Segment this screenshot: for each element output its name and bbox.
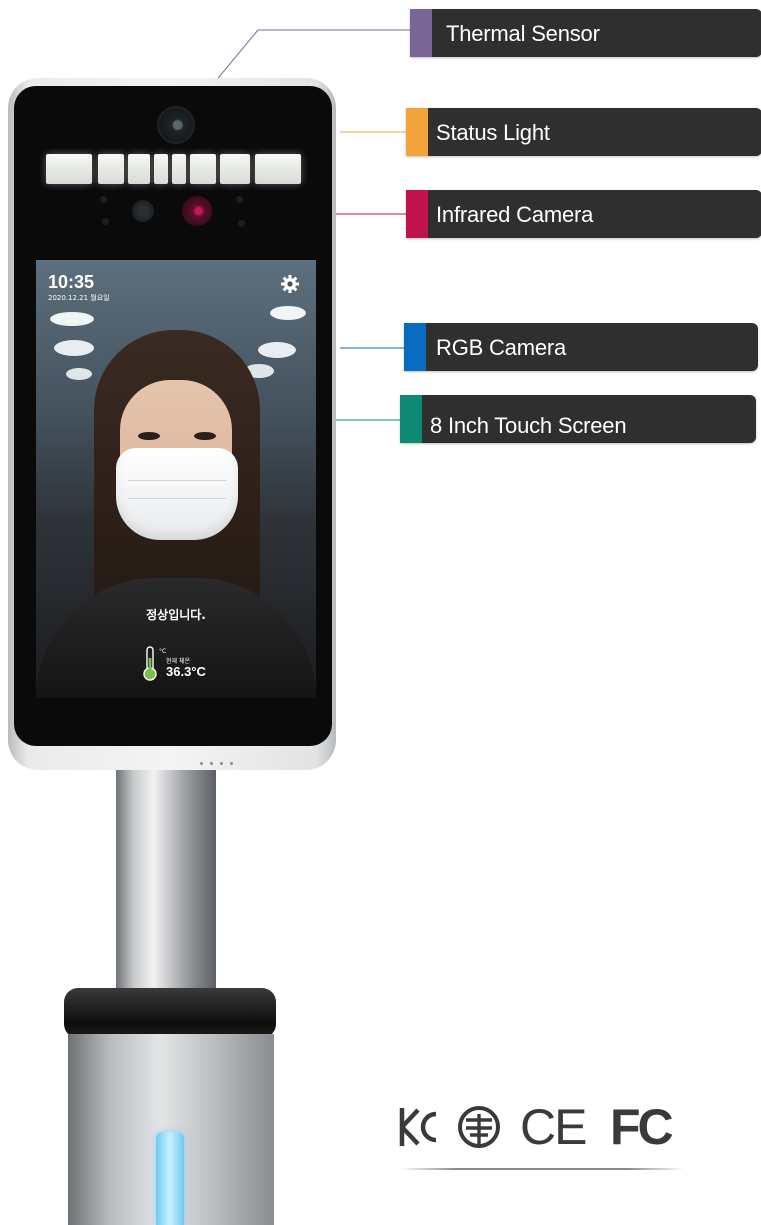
ceiling-light [54,340,94,356]
callout-touch-screen: 8 Inch Touch Screen [400,395,756,443]
indicator-dot [230,762,233,765]
callout-label: Thermal Sensor [446,21,600,46]
ceiling-light [66,368,92,380]
clock-date: 2020.12.21 월요일 [48,294,110,302]
callout-status-light: Status Light [406,108,761,156]
ce-mark: CE [520,1099,587,1155]
base-light-strip [156,1132,184,1225]
callout-infrared-camera: Infrared Camera [406,190,761,238]
clock-time: 10:35 [48,272,95,292]
callout-label: Infrared Camera [436,202,594,227]
settings-gear-icon[interactable] [280,274,300,294]
status-light-segment [128,154,150,184]
fcc-mark: FC [610,1099,674,1155]
ceiling-light [258,342,296,358]
callout-label: Status Light [436,120,550,145]
touch-screen-display[interactable]: 10:35 2020.12.21 월요일 정상입니다. °C 현재 체온 36.… [36,260,316,698]
callout-swatch [400,395,422,443]
face-mask-pleat [128,498,226,499]
telecom-mark-icon [456,1104,502,1150]
status-light-segment [154,154,168,184]
indicator-dot [210,762,213,765]
sensor-dot-4 [238,220,245,227]
callout-swatch [406,108,428,156]
status-message: 정상입니다. [146,608,206,622]
temperature-value: 36.3°C [166,664,206,679]
status-light-segment [172,154,186,184]
status-light-segment [190,154,216,184]
callout-rgb-camera: RGB Camera [404,323,758,371]
temperature-unit-small: °C [159,648,167,655]
person-eye-right [194,432,216,440]
ceiling-light [50,312,94,326]
indicator-dot [220,762,223,765]
status-light-segment [255,154,301,184]
callout-swatch [410,9,432,57]
callout-label: 8 Inch Touch Screen [430,413,627,438]
sensor-dot-3 [236,196,243,203]
ceiling-light [270,306,306,320]
certification-underline [400,1168,684,1170]
status-light-segment [220,154,250,184]
callout-swatch [406,190,428,238]
status-light-segment [98,154,124,184]
indicator-dot [200,762,203,765]
face-mask [116,448,238,540]
callout-thermal-sensor: Thermal Sensor [410,9,761,57]
callout-swatch [404,323,426,371]
thermal-sensor-lens [157,106,195,144]
rgb-camera-lens [132,200,154,222]
stand-collar [64,988,276,1038]
sensor-dot-1 [100,196,107,203]
stand-pole [116,770,216,1000]
thermometer-icon [142,646,158,682]
callout-label: RGB Camera [436,335,567,360]
certification-marks: CE FC [396,1098,696,1158]
infrared-camera-lens [182,196,212,226]
person-eye-left [138,432,160,440]
status-light-segment [46,154,92,184]
device-indicator-dots [200,762,240,766]
kc-mark-icon [396,1104,442,1150]
sensor-dot-2 [102,218,109,225]
face-mask-pleat [128,480,226,481]
